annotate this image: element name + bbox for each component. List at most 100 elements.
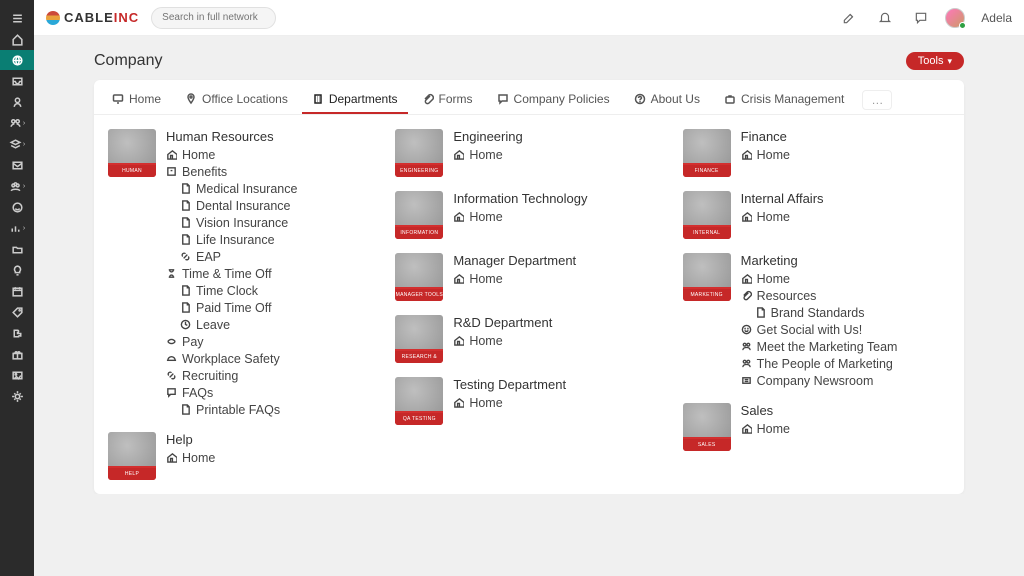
tab-company-policies[interactable]: Company Policies [487,86,620,114]
chart-icon[interactable]: › [0,218,34,238]
dept-title[interactable]: Information Technology [453,191,662,206]
dept-thumb[interactable]: FINANCE [683,129,731,177]
search-input[interactable] [151,7,276,29]
dept-title[interactable]: Human Resources [166,129,375,144]
dept-thumb[interactable]: INTERNAL AFFAIRS [683,191,731,239]
dept-link-workplace-safety[interactable]: Workplace Safety [166,350,375,367]
dept-link-eap[interactable]: EAP [166,248,375,265]
compose-icon[interactable] [837,6,861,30]
dept-thumb[interactable]: HUMAN RESOURCES [108,129,156,177]
dept-link-medical-insurance[interactable]: Medical Insurance [166,180,375,197]
dept-link-paid-time-off[interactable]: Paid Time Off [166,299,375,316]
people-icon[interactable]: › [0,113,34,133]
dept-title[interactable]: Marketing [741,253,950,268]
dept-link-label: Pay [182,335,204,349]
brand-cable: CABLE [64,10,114,25]
dept-title[interactable]: Internal Affairs [741,191,950,206]
dept-thumb[interactable]: INFORMATION TECHNOLOGY [395,191,443,239]
tab-label: Departments [329,92,398,106]
puzzle-icon[interactable] [0,323,34,343]
dept-help: HELP Help Home [108,432,375,480]
mail-icon[interactable] [0,155,34,175]
tab-forms[interactable]: Forms [412,86,483,114]
dept-link-time-time-off[interactable]: Time & Time Off [166,265,375,282]
tag-icon[interactable] [0,302,34,322]
thumb-caption: INFORMATION TECHNOLOGY [395,227,443,239]
dept-link-home[interactable]: Home [453,332,662,349]
dept-thumb[interactable]: MANAGER TOOLS [395,253,443,301]
dept-link-label: Home [469,396,502,410]
calendar-icon[interactable] [0,281,34,301]
tab-departments[interactable]: Departments [302,86,408,114]
dept-link-home[interactable]: Home [453,146,662,163]
tab-home[interactable]: Home [102,86,171,114]
dept-title[interactable]: Engineering [453,129,662,144]
dept-link-home[interactable]: Home [741,146,950,163]
group-icon[interactable]: › [0,176,34,196]
thumb-caption: ENGINEERING [395,165,443,177]
tools-button[interactable]: Tools ▾ [906,52,964,70]
gift-icon[interactable] [0,344,34,364]
inbox-icon[interactable] [0,71,34,91]
dept-link-meet-the-marketing-team[interactable]: Meet the Marketing Team [741,338,950,355]
dept-link-pay[interactable]: Pay [166,333,375,350]
globe-icon[interactable] [0,50,34,70]
dept-link-home[interactable]: Home [166,449,375,466]
tab-more[interactable]: … [862,90,892,110]
dept-link-company-newsroom[interactable]: Company Newsroom [741,372,950,389]
dept-link-resources[interactable]: Resources [741,287,950,304]
folder-icon[interactable] [0,239,34,259]
dept-thumb[interactable]: SALES [683,403,731,451]
dept-link-home[interactable]: Home [453,270,662,287]
dept-link-vision-insurance[interactable]: Vision Insurance [166,214,375,231]
tab-office-locations[interactable]: Office Locations [175,86,298,114]
dept-link-label: Home [757,210,790,224]
dept-link-leave[interactable]: Leave [166,316,375,333]
person-icon[interactable] [0,92,34,112]
dept-link-home[interactable]: Home [166,146,375,163]
image-icon[interactable] [0,365,34,385]
dept-thumb[interactable]: HELP [108,432,156,480]
dept-link-recruiting[interactable]: Recruiting [166,367,375,384]
hamburger-icon[interactable] [0,8,34,28]
dept-thumb[interactable]: ENGINEERING [395,129,443,177]
dept-link-faqs[interactable]: FAQs [166,384,375,401]
dept-title[interactable]: Finance [741,129,950,144]
dept-title[interactable]: Sales [741,403,950,418]
dept-title[interactable]: R&D Department [453,315,662,330]
chat-icon[interactable] [909,6,933,30]
dept-link-label: Get Social with Us! [757,323,863,337]
dept-link-life-insurance[interactable]: Life Insurance [166,231,375,248]
bulb-icon[interactable] [0,260,34,280]
layers-icon[interactable]: › [0,134,34,154]
tab-about-us[interactable]: About Us [624,86,710,114]
tab-crisis-management[interactable]: Crisis Management [714,86,854,114]
dept-link-get-social-with-us-[interactable]: Get Social with Us! [741,321,950,338]
dept-link-the-people-of-marketing[interactable]: The People of Marketing [741,355,950,372]
dept-thumb[interactable]: MARKETING [683,253,731,301]
dept-link-label: Home [469,334,502,348]
user-avatar[interactable] [945,8,965,28]
smile-icon[interactable] [0,197,34,217]
dept-thumb[interactable]: QA TESTING [395,377,443,425]
tab-label: Office Locations [202,92,288,106]
dept-link-home[interactable]: Home [741,420,950,437]
dept-title[interactable]: Testing Department [453,377,662,392]
dept-thumb[interactable]: RESEARCH & DEVELOPMENT [395,315,443,363]
dept-link-printable-faqs[interactable]: Printable FAQs [166,401,375,418]
panel: HomeOffice LocationsDepartmentsFormsComp… [94,80,964,494]
dept-title[interactable]: Help [166,432,375,447]
dept-link-home[interactable]: Home [453,208,662,225]
bell-icon[interactable] [873,6,897,30]
dept-link-home[interactable]: Home [453,394,662,411]
dept-link-time-clock[interactable]: Time Clock [166,282,375,299]
dept-link-home[interactable]: Home [741,208,950,225]
dept-link-benefits[interactable]: Benefits [166,163,375,180]
dept-link-home[interactable]: Home [741,270,950,287]
home-icon[interactable] [0,29,34,49]
dept-title[interactable]: Manager Department [453,253,662,268]
dept-link-brand-standards[interactable]: Brand Standards [741,304,950,321]
gear-icon[interactable] [0,386,34,406]
dept-link-dental-insurance[interactable]: Dental Insurance [166,197,375,214]
dept-link-label: Resources [757,289,817,303]
